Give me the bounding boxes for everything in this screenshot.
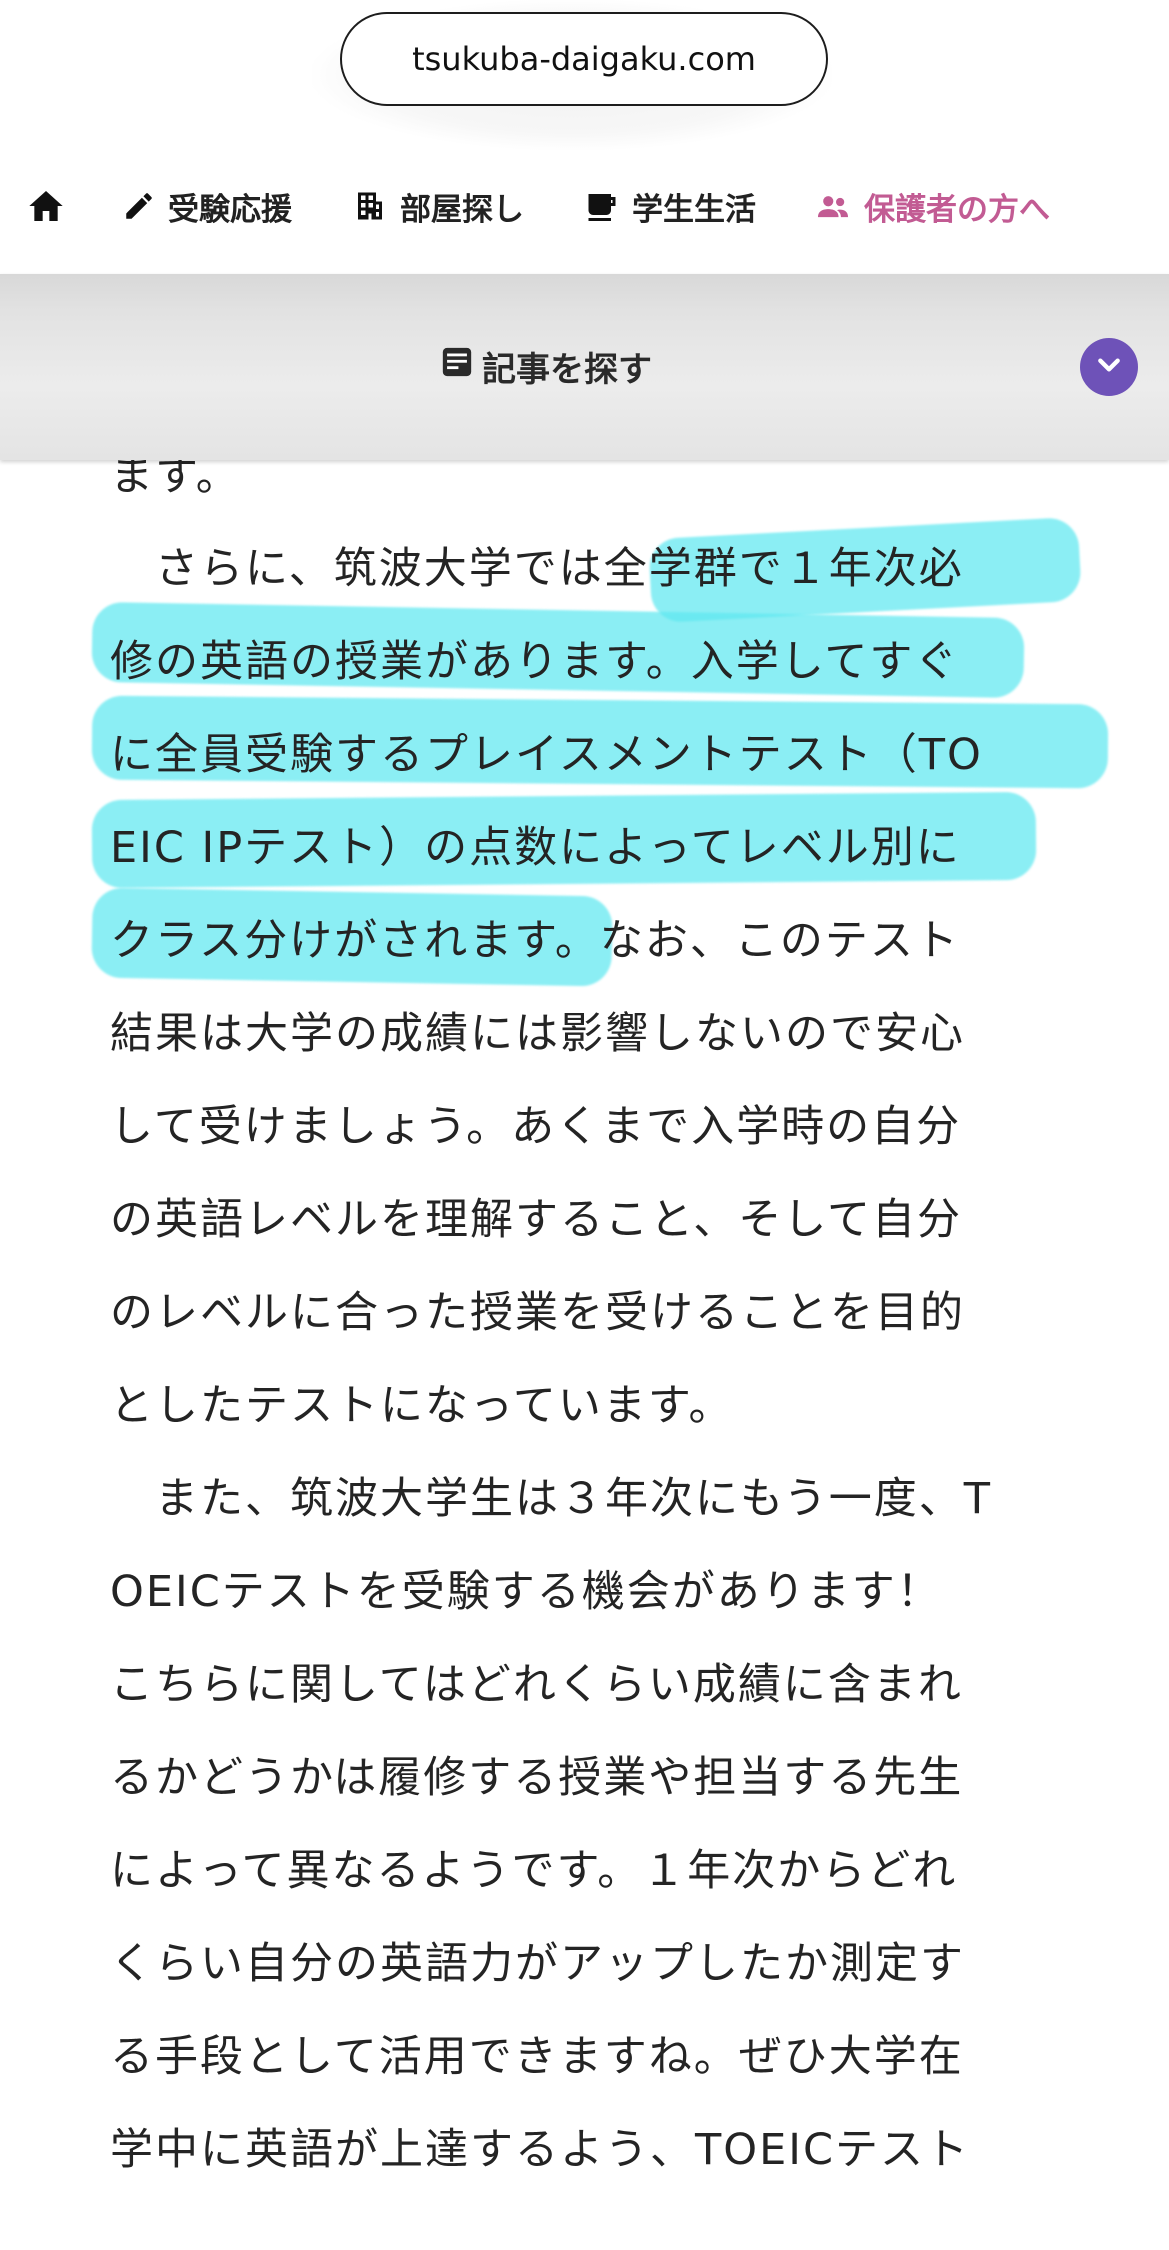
home-icon <box>26 186 66 226</box>
url-bar[interactable]: tsukuba-daigaku.com <box>340 12 828 106</box>
nav-label-student-life: 学生生活 <box>632 191 756 228</box>
people-icon <box>814 187 852 225</box>
nav-item-room[interactable]: 部屋探し <box>352 160 524 252</box>
article-line: の英語レベルを理解すること、そして自分 <box>110 1195 962 1245</box>
article-line: して受けましょう。あくまで入学時の自分 <box>110 1102 962 1152</box>
nav-item-home[interactable] <box>26 160 66 252</box>
article-line: 結果は大学の成績には影響しないので安心 <box>110 1009 965 1059</box>
pencil-icon <box>122 189 156 223</box>
building-icon <box>352 188 388 224</box>
cup-icon <box>584 188 620 224</box>
article-search-icon <box>440 345 474 388</box>
article-line: るかどうかは履修する授業や担当する先生 <box>110 1753 964 1803</box>
nav-label-parents: 保護者の方へ <box>864 191 1050 228</box>
article-line: こちらに関してはどれくらい成績に含まれ <box>110 1660 963 1710</box>
browser-top-bar: tsukuba-daigaku.com <box>0 0 1169 150</box>
article-line: 修の英語の授業があります。入学してすぐ <box>110 637 960 687</box>
search-toggle-button[interactable] <box>1080 338 1138 396</box>
article-line: のレベルに合った授業を受けることを目的 <box>110 1288 965 1338</box>
nav-label-room: 部屋探し <box>400 191 524 228</box>
article-line: る手段として活用できますね。ぜひ大学在 <box>110 2032 964 2082</box>
article-line: また、筑波大学生は３年次にもう一度、T <box>110 1474 992 1524</box>
article-line: EIC IPテスト）の点数によってレベル別に <box>110 823 961 873</box>
article-line: クラス分けがされます。なお、このテスト <box>110 916 960 966</box>
article-search-text: 記事を探す <box>482 349 652 390</box>
chevron-down-icon <box>1096 352 1122 382</box>
article-line: 学中に英語が上達するよう、TOEICテスト <box>110 2125 970 2175</box>
article-body: ます。 さらに、筑波大学では全学群で１年次必 修の英語の授業があります。入学して… <box>110 430 1050 2197</box>
article-line: としたテストになっています。 <box>110 1381 734 1431</box>
nav-item-parents[interactable]: 保護者の方へ <box>814 160 1050 252</box>
nav-item-exam[interactable]: 受験応援 <box>122 160 292 252</box>
article-search-bar[interactable]: 記事を探す <box>0 274 1169 460</box>
article-line: くらい自分の英語力がアップしたか測定す <box>110 1939 965 1989</box>
nav-label-exam: 受験応援 <box>168 191 292 228</box>
article-line: によって異なるようです。１年次からどれ <box>110 1846 958 1896</box>
url-text: tsukuba-daigaku.com <box>412 40 756 78</box>
article-search-label: 記事を探す <box>440 336 652 396</box>
main-nav: 受験応援 部屋探し 学生生活 保護者の方へ <box>0 160 1169 252</box>
article-line: に全員受験するプレイスメントテスト（TO <box>110 730 983 780</box>
nav-item-student-life[interactable]: 学生生活 <box>584 160 756 252</box>
article-line: さらに、筑波大学では全学群で１年次必 <box>110 544 964 594</box>
article-line: OEICテストを受験する機会があります！ <box>110 1567 942 1617</box>
